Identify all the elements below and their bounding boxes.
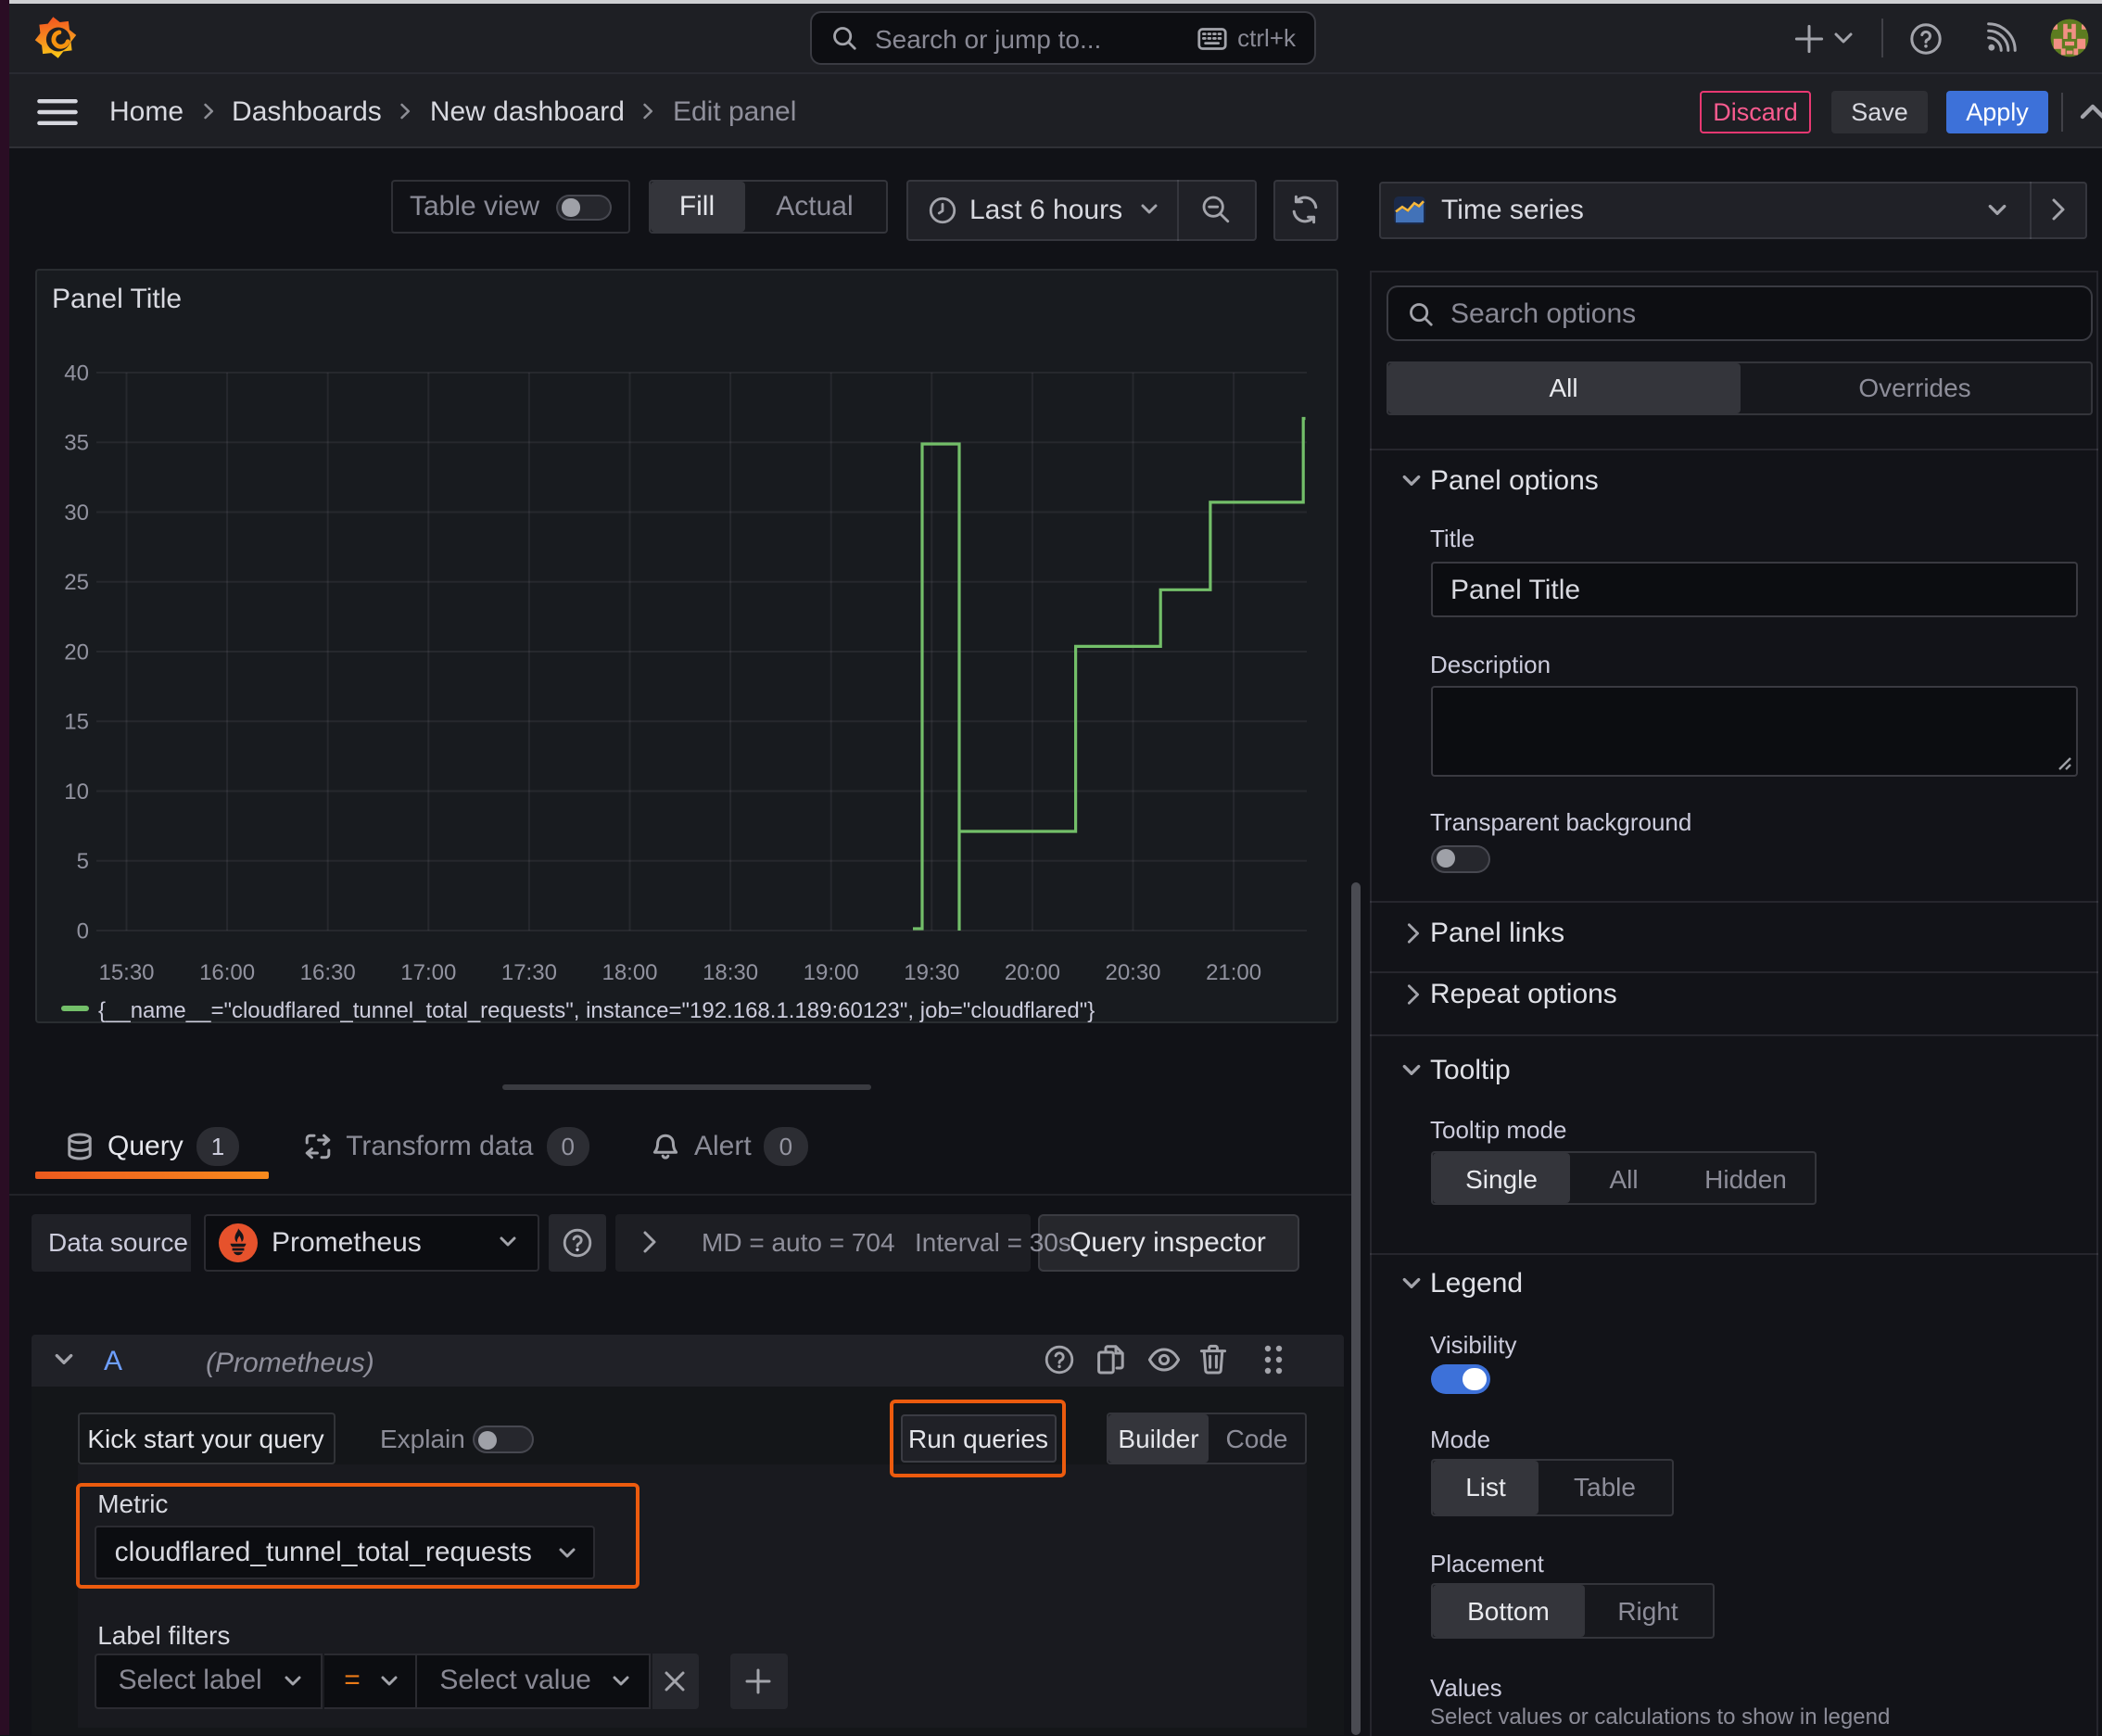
- svg-text:17:30: 17:30: [500, 959, 556, 984]
- svg-text:40: 40: [63, 360, 88, 385]
- svg-text:25: 25: [63, 569, 88, 594]
- svg-text:0: 0: [76, 918, 88, 943]
- svg-text:21:00: 21:00: [1205, 959, 1260, 984]
- svg-text:18:30: 18:30: [702, 959, 757, 984]
- svg-text:16:30: 16:30: [299, 959, 355, 984]
- svg-text:10: 10: [63, 779, 88, 804]
- svg-text:20:00: 20:00: [1004, 959, 1059, 984]
- svg-text:20:30: 20:30: [1104, 959, 1159, 984]
- svg-text:16:00: 16:00: [198, 959, 254, 984]
- svg-text:30: 30: [63, 500, 88, 525]
- svg-text:17:00: 17:00: [399, 959, 455, 984]
- svg-text:{__name__="cloudflared_tunnel_: {__name__="cloudflared_tunnel_total_requ…: [97, 997, 1094, 1022]
- svg-text:15: 15: [63, 709, 88, 734]
- svg-text:20: 20: [63, 639, 88, 664]
- svg-text:19:00: 19:00: [803, 959, 858, 984]
- svg-text:19:30: 19:30: [903, 959, 958, 984]
- svg-text:5: 5: [76, 848, 88, 873]
- svg-text:35: 35: [63, 430, 88, 455]
- svg-text:15:30: 15:30: [97, 959, 153, 984]
- svg-text:18:00: 18:00: [601, 959, 656, 984]
